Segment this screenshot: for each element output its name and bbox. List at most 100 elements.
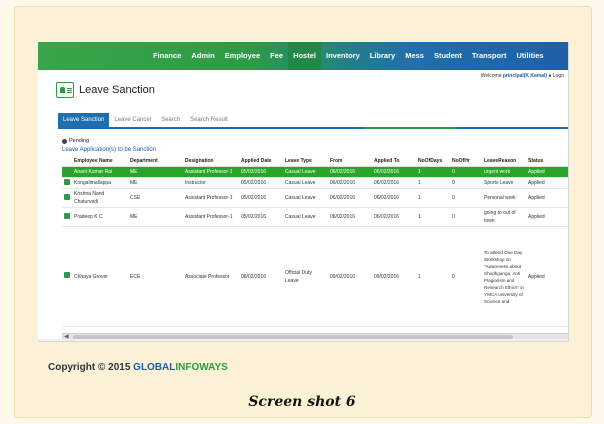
row-checkbox[interactable]: [62, 188, 72, 208]
table-row[interactable]: Anant Kumar Rai ME Assistant Professor-1…: [62, 166, 568, 178]
nav-finance[interactable]: Finance: [148, 42, 186, 70]
cell-employee-name: Krishna Nand Chaturvedi: [72, 188, 128, 208]
header-employee-name: Employee Name: [72, 156, 128, 167]
cell-no-of-hr: 0: [450, 177, 482, 189]
nav-fee[interactable]: Fee: [265, 42, 288, 70]
row-checkbox[interactable]: [62, 207, 72, 227]
cell-leave-reason: Personal work: [482, 188, 526, 208]
checkbox-icon[interactable]: [64, 272, 70, 278]
cell-designation: Instructor: [183, 177, 239, 189]
checkbox-icon[interactable]: [64, 167, 70, 174]
cell-status: Applied: [526, 166, 568, 178]
header-applied-date: Applied Date: [239, 156, 283, 167]
nav-inventory[interactable]: Inventory: [321, 42, 365, 70]
table-row[interactable]: Krishna Nand Chaturvedi CSE Assistant Pr…: [62, 188, 568, 208]
table-row[interactable]: Pradeep K C ME Assistant Professor-1 05/…: [62, 207, 568, 227]
cell-designation: Assistant Professor-1: [183, 188, 239, 208]
pending-radio[interactable]: [62, 138, 67, 144]
cell-applied-to: 06/02/2016: [372, 207, 416, 227]
cell-employee-name: Chhaya Grover: [72, 226, 128, 327]
header-leave-reason: LeaveReason: [482, 156, 526, 167]
pending-option[interactable]: Pending: [62, 138, 89, 144]
nav-transport[interactable]: Transport: [467, 42, 512, 70]
header-status: Status: [526, 156, 568, 167]
header-select: [62, 156, 72, 167]
cell-no-of-hr: 0: [450, 188, 482, 208]
table-row[interactable]: Kongalimallappa ME Instructor 05/02/2016…: [62, 177, 568, 189]
cell-department: ME: [128, 166, 183, 178]
header-no-of-days: NoOfDays: [416, 156, 450, 167]
cell-leave-type: Casual Leave: [283, 207, 328, 227]
cell-employee-name: Pradeep K C: [72, 207, 128, 227]
cell-applied-to: 06/02/2016: [372, 177, 416, 189]
applications-heading: Leave Application(s) to be Sanction: [62, 147, 157, 153]
app-window: Finance Admin Employee Fee Hostel Invent…: [38, 42, 569, 342]
row-checkbox[interactable]: [62, 177, 72, 189]
brand-infoways: INFOWAYS: [175, 362, 228, 373]
cell-status: Applied: [526, 226, 568, 327]
cell-status: Applied: [526, 177, 568, 189]
cell-no-of-days: 1: [416, 188, 450, 208]
cell-designation: Associate Professor: [183, 226, 239, 327]
header-leave-type: Leave Type: [283, 156, 328, 167]
figure-caption: Screen shot 6: [248, 394, 356, 410]
cell-from: 06/02/2016: [328, 166, 372, 178]
cell-status: Applied: [526, 207, 568, 227]
tab-bar: Leave Sanction Leave Cancel Search Searc…: [58, 113, 233, 127]
checkbox-icon[interactable]: [64, 178, 70, 185]
leave-sanction-icon: [56, 82, 74, 98]
row-checkbox[interactable]: [62, 226, 72, 327]
nav-library[interactable]: Library: [365, 42, 400, 70]
cell-applied-to: 06/02/2016: [372, 166, 416, 178]
cell-leave-type: Casual Leave: [283, 188, 328, 208]
cell-from: 09/02/2016: [328, 226, 372, 327]
cell-from: 06/02/2016: [328, 177, 372, 189]
nav-employee[interactable]: Employee: [220, 42, 265, 70]
page-title: Leave Sanction: [79, 84, 155, 96]
cell-leave-type: Casual Leave: [283, 166, 328, 178]
cell-applied-date: 05/02/2016: [239, 188, 283, 208]
cell-no-of-hr: 0: [450, 207, 482, 227]
window-bottom: [38, 339, 568, 341]
tab-leave-cancel[interactable]: Leave Cancel: [109, 113, 156, 127]
cell-department: ME: [128, 177, 183, 189]
cell-applied-date: 05/02/2016: [239, 177, 283, 189]
cell-designation: Assistant Professor-1: [183, 207, 239, 227]
cell-department: ME: [128, 207, 183, 227]
copyright-text: Copyright © 2015: [48, 362, 134, 373]
cell-employee-name: Kongalimallappa: [72, 177, 128, 189]
user-icon: ●: [548, 73, 552, 79]
tab-leave-sanction[interactable]: Leave Sanction: [58, 113, 110, 127]
cell-leave-type: Casual Leave: [283, 177, 328, 189]
nav-utilities[interactable]: Utilities: [511, 42, 548, 70]
cell-applied-to: 06/02/2016: [372, 188, 416, 208]
table-header-row: Employee Name Department Designation App…: [62, 156, 568, 167]
cell-from: 06/02/2016: [328, 207, 372, 227]
checkbox-icon[interactable]: [64, 212, 70, 219]
header-designation: Designation: [183, 156, 239, 167]
cell-leave-type: Official Duty Leave: [283, 226, 328, 327]
logout-link[interactable]: Logo: [553, 73, 564, 79]
cell-status: Applied: [526, 188, 568, 208]
cell-employee-name: Anant Kumar Rai: [72, 166, 128, 178]
cell-department: CSE: [128, 188, 183, 208]
tab-search-result[interactable]: Search Result: [185, 113, 233, 127]
table-row[interactable]: Chhaya Grover ECE Associate Professor 08…: [62, 226, 568, 327]
cell-leave-reason: To attend One Day Workshop on "Awareness…: [482, 226, 526, 327]
nav-hostel[interactable]: Hostel: [288, 42, 321, 70]
cell-applied-date: 05/02/2016: [239, 166, 283, 178]
row-checkbox[interactable]: [62, 166, 72, 178]
cell-applied-date: 08/02/2016: [239, 226, 283, 327]
cell-no-of-days: 1: [416, 166, 450, 178]
cell-from: 06/02/2016: [328, 188, 372, 208]
header-department: Department: [128, 156, 183, 167]
leave-applications-table: Employee Name Department Designation App…: [62, 156, 568, 327]
footer-copyright: Copyright © 2015 GLOBALINFOWAYS: [48, 362, 228, 373]
nav-student[interactable]: Student: [429, 42, 467, 70]
nav-mess[interactable]: Mess: [400, 42, 429, 70]
tab-search[interactable]: Search: [156, 113, 185, 127]
checkbox-icon[interactable]: [64, 193, 70, 200]
tab-divider: [58, 127, 568, 129]
nav-admin[interactable]: Admin: [186, 42, 219, 70]
cell-no-of-hr: 0: [450, 166, 482, 178]
